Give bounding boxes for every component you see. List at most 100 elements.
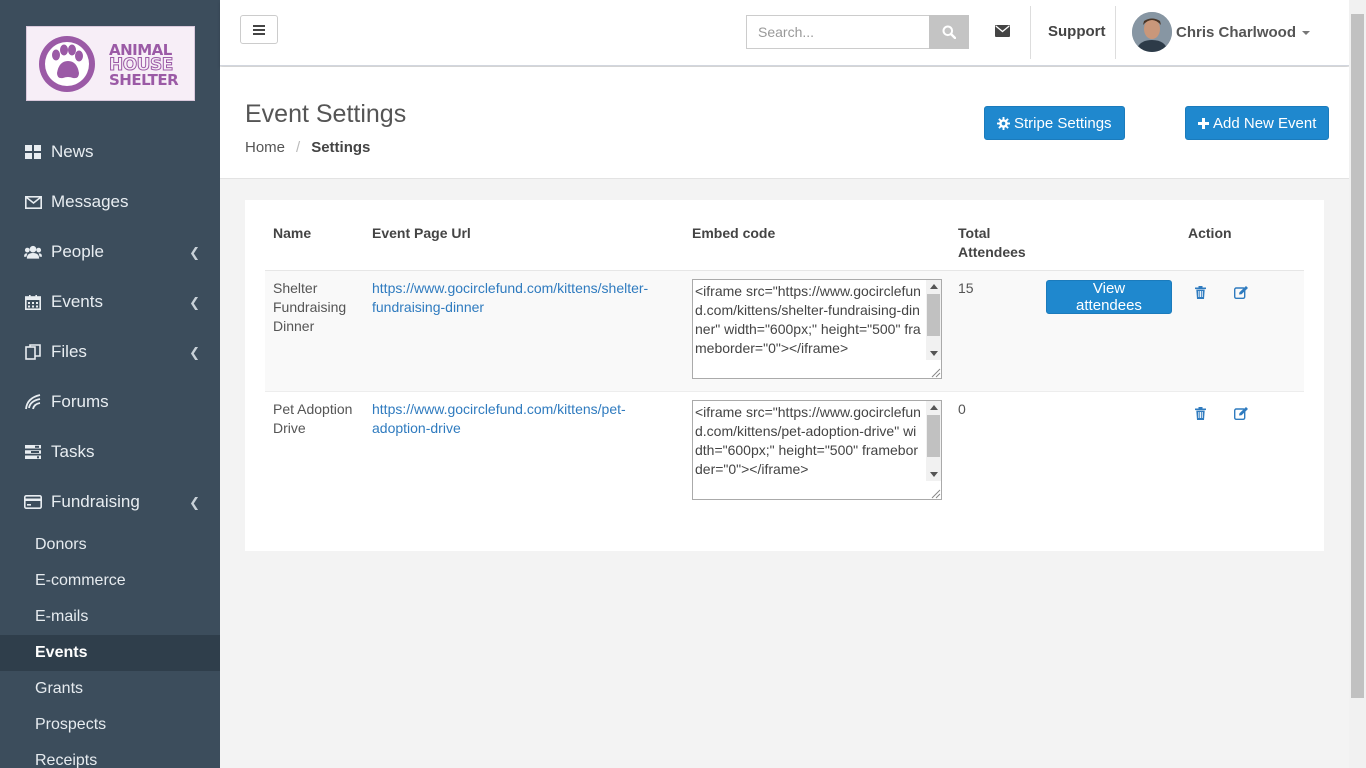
add-new-event-label: Add New Event xyxy=(1213,114,1317,132)
resize-handle-icon[interactable] xyxy=(929,487,941,499)
trash-icon[interactable] xyxy=(1192,285,1208,301)
event-url-link[interactable]: https://www.gocirclefund.com/kittens/pet… xyxy=(372,401,626,436)
topbar: Support Chris Charlwood xyxy=(220,0,1349,66)
submenu-item-grants[interactable]: Grants xyxy=(0,671,220,707)
edit-icon[interactable] xyxy=(1234,285,1250,301)
search-icon xyxy=(942,25,956,39)
view-attendees-cell: View attendees xyxy=(1038,270,1180,392)
event-url-link[interactable]: https://www.gocirclefund.com/kittens/she… xyxy=(372,280,648,315)
sidebar: ANIMAL HOUSE SHELTER News Messages Peopl… xyxy=(0,0,220,768)
column-header-embed: Embed code xyxy=(684,220,950,271)
event-url-cell: https://www.gocirclefund.com/kittens/she… xyxy=(364,270,684,392)
plus-icon xyxy=(1198,117,1209,129)
sidebar-item-news[interactable]: News xyxy=(0,127,220,177)
stripe-settings-button[interactable]: Stripe Settings xyxy=(984,106,1125,140)
sidebar-item-tasks[interactable]: Tasks xyxy=(0,427,220,477)
embed-code-textarea[interactable]: <iframe src="https://www.gocirclefund.co… xyxy=(692,278,942,379)
forums-icon xyxy=(24,393,42,411)
column-header-name: Name xyxy=(265,220,364,271)
dashboard-icon xyxy=(24,143,42,161)
search-button[interactable] xyxy=(929,15,969,49)
paw-logo-icon xyxy=(39,36,95,92)
action-cell xyxy=(1180,391,1304,512)
breadcrumb-home[interactable]: Home xyxy=(245,139,285,156)
chevron-left-icon: ❮ xyxy=(189,245,200,260)
table-header-row: Name Event Page Url Embed code Total Atte… xyxy=(265,220,1304,271)
embed-scrollbar[interactable] xyxy=(926,279,941,360)
tasks-icon xyxy=(24,443,42,461)
submenu-item-ecommerce[interactable]: E-commerce xyxy=(0,563,220,599)
total-attendees: 15 xyxy=(950,270,1038,392)
content-header: Event Settings Home / Settings Stripe Se… xyxy=(220,67,1349,179)
users-icon xyxy=(24,243,42,261)
sidebar-nav: News Messages People ❮ Events ❮ Files ❮ … xyxy=(0,127,220,527)
sidebar-item-messages[interactable]: Messages xyxy=(0,177,220,227)
credit-card-icon xyxy=(24,493,42,511)
caret-down-icon xyxy=(1302,31,1311,35)
total-attendees: 0 xyxy=(958,400,966,417)
breadcrumb-current: Settings xyxy=(311,139,371,156)
embed-cell: <iframe src="https://www.gocirclefund.co… xyxy=(684,391,950,512)
add-new-event-button[interactable]: Add New Event xyxy=(1185,106,1330,140)
stripe-settings-label: Stripe Settings xyxy=(1014,114,1112,132)
column-header-url: Event Page Url xyxy=(364,220,684,271)
table-row: Pet Adoption Drive https://www.gocirclef… xyxy=(265,391,1304,512)
divider xyxy=(1030,6,1031,59)
sidebar-item-fundraising[interactable]: Fundraising ❮ xyxy=(0,477,220,527)
events-table: Name Event Page Url Embed code Total Atte… xyxy=(265,220,1304,512)
page-scrollbar-thumb[interactable] xyxy=(1351,14,1364,698)
avatar xyxy=(1132,12,1172,52)
embed-scrollbar[interactable] xyxy=(926,400,941,481)
embed-cell: <iframe src="https://www.gocirclefund.co… xyxy=(684,270,950,392)
events-card: Name Event Page Url Embed code Total Atte… xyxy=(245,200,1324,551)
page-title: Event Settings xyxy=(245,100,407,128)
event-name: Pet Adoption Drive xyxy=(273,400,353,436)
submenu-item-donors[interactable]: Donors xyxy=(0,527,220,563)
divider xyxy=(1115,6,1116,59)
sidebar-item-forums[interactable]: Forums xyxy=(0,377,220,427)
sidebar-item-label: Files xyxy=(51,342,87,361)
sidebar-item-label: Fundraising xyxy=(51,492,140,511)
support-link[interactable]: Support xyxy=(1048,23,1106,40)
sidebar-item-label: Tasks xyxy=(51,442,95,461)
sidebar-item-label: Events xyxy=(51,292,103,311)
sidebar-item-files[interactable]: Files ❮ xyxy=(0,327,220,377)
sidebar-item-events[interactable]: Events ❮ xyxy=(0,277,220,327)
calendar-icon xyxy=(24,293,42,311)
messages-envelope-icon[interactable] xyxy=(995,24,1010,40)
sidebar-item-label: News xyxy=(51,142,94,161)
resize-handle-icon[interactable] xyxy=(929,366,941,378)
logo[interactable]: ANIMAL HOUSE SHELTER xyxy=(26,26,195,101)
column-header-total: Total Attendees xyxy=(950,220,1038,271)
view-attendees-button[interactable]: View attendees xyxy=(1046,279,1172,314)
view-attendees-cell xyxy=(1038,391,1180,512)
submenu-item-emails[interactable]: E-mails xyxy=(0,599,220,635)
logo-area: ANIMAL HOUSE SHELTER xyxy=(0,0,220,127)
search-group xyxy=(746,15,969,49)
chevron-left-icon: ❮ xyxy=(189,495,200,510)
user-menu[interactable]: Chris Charlwood xyxy=(1132,12,1311,52)
user-name: Chris Charlwood xyxy=(1176,23,1297,41)
sidebar-item-people[interactable]: People ❮ xyxy=(0,227,220,277)
search-input[interactable] xyxy=(746,15,929,49)
submenu-item-receipts[interactable]: Receipts xyxy=(0,743,220,768)
action-cell xyxy=(1180,270,1304,392)
column-header-blank xyxy=(1038,220,1180,271)
envelope-icon xyxy=(24,193,42,211)
embed-code-wrap: <iframe src="https://www.gocirclefund.co… xyxy=(692,278,942,379)
logo-text: ANIMAL HOUSE SHELTER xyxy=(108,41,179,89)
hamburger-icon xyxy=(253,24,265,35)
breadcrumb-separator: / xyxy=(296,139,301,156)
embed-code-textarea[interactable]: <iframe src="https://www.gocirclefund.co… xyxy=(692,399,942,500)
event-url-cell: https://www.gocirclefund.com/kittens/pet… xyxy=(364,391,684,512)
sidebar-toggle-button[interactable] xyxy=(240,15,278,44)
files-icon xyxy=(24,343,42,361)
page-scrollbar[interactable] xyxy=(1349,0,1366,768)
sidebar-item-label: People xyxy=(51,242,104,261)
edit-icon[interactable] xyxy=(1234,406,1250,422)
chevron-left-icon: ❮ xyxy=(189,345,200,360)
submenu-item-prospects[interactable]: Prospects xyxy=(0,707,220,743)
submenu-item-events[interactable]: Events xyxy=(0,635,220,671)
event-name: Shelter Fundraising Dinner xyxy=(265,270,364,392)
trash-icon[interactable] xyxy=(1192,406,1208,422)
